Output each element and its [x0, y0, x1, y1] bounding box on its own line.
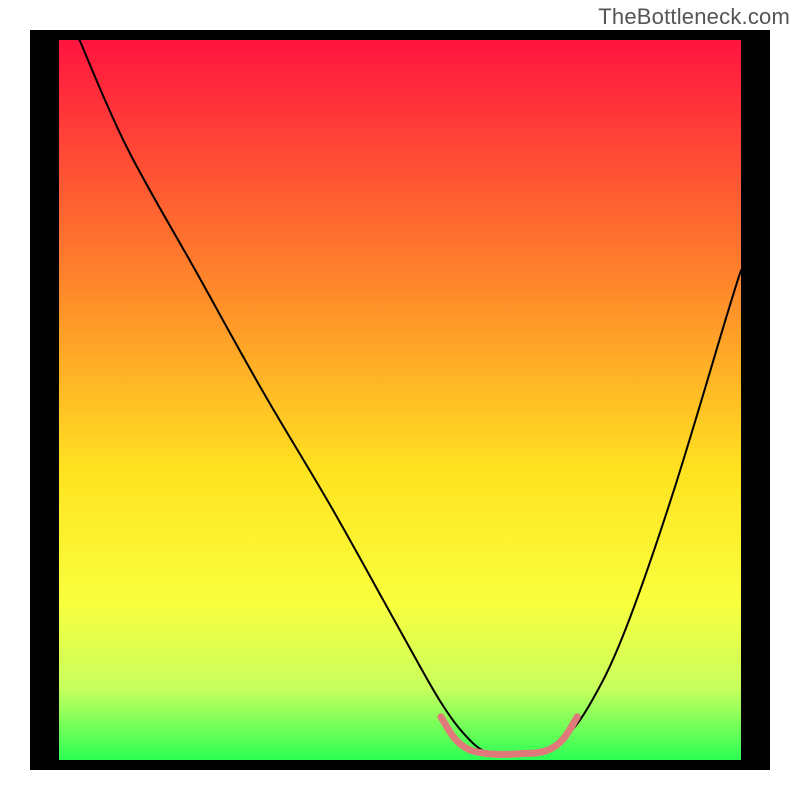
gradient-background	[59, 40, 741, 760]
watermark-label: TheBottleneck.com	[598, 4, 790, 30]
chart-frame: TheBottleneck.com	[0, 0, 800, 800]
chart-svg	[30, 30, 770, 770]
plot-area	[30, 30, 770, 770]
